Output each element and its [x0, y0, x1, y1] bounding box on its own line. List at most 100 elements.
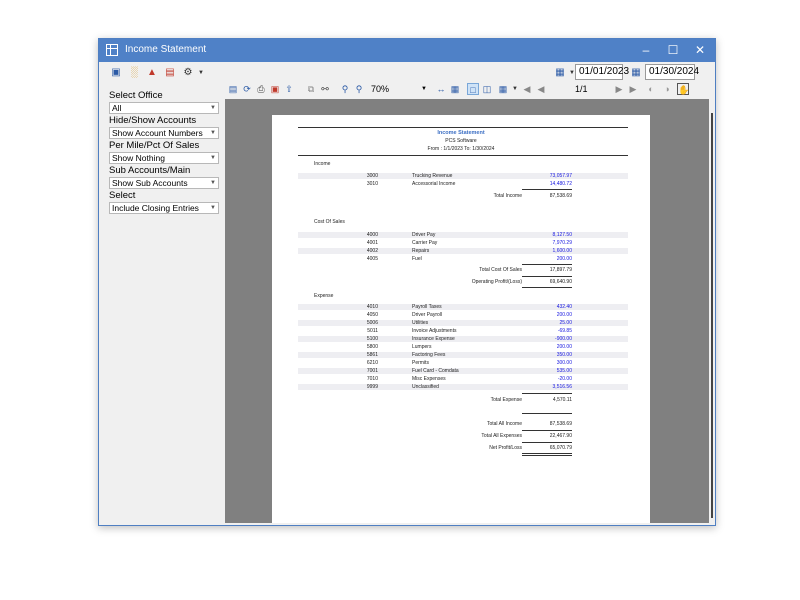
account-name: Driver Pay	[412, 232, 436, 238]
zoom-select[interactable]: 70% ▼	[371, 82, 429, 96]
income-statement-window: Income Statement – ☐ ✕ ▣ ░ ▲ ▤ ⚙ ▼ ▦ ▼ 0…	[98, 38, 716, 526]
double-rule	[522, 455, 572, 456]
row-shading	[298, 248, 628, 254]
zoom-in-icon[interactable]: ⚲	[353, 83, 365, 95]
end-date-input[interactable]: 01/30/2024	[645, 64, 699, 80]
account-name: Payroll Taxes	[412, 304, 442, 310]
subaccounts-select[interactable]: Show Sub Accounts ▼	[109, 177, 219, 189]
expense-header: Expense	[314, 293, 334, 299]
account-name: Factoring Fees	[412, 352, 446, 358]
find-icon[interactable]: ⚯	[319, 83, 331, 95]
zoom-out-icon[interactable]: ⚲	[339, 83, 351, 95]
app-grid-icon	[106, 44, 118, 56]
scrollbar-thumb[interactable]	[711, 113, 713, 518]
account-number: 5006	[366, 320, 378, 326]
start-date-input[interactable]: 01/01/2023	[575, 64, 629, 80]
report-preview-area[interactable]: Income Statement PCS Software From : 1/1…	[225, 99, 709, 523]
net-profit-label: Net Profit/Loss	[489, 445, 522, 451]
account-number: 9999	[366, 384, 378, 390]
account-number: 5800	[366, 344, 378, 350]
print-layout-icon[interactable]: ▣	[269, 83, 281, 95]
account-number: 6210	[366, 360, 378, 366]
refresh-icon[interactable]: ⟳	[241, 83, 253, 95]
gear-icon[interactable]: ⚙	[181, 66, 195, 80]
permile-label: Per Mile/Pct Of Sales	[109, 140, 200, 151]
copy-icon[interactable]: ⧉	[305, 83, 317, 95]
account-amount: 200.00	[556, 344, 572, 350]
row-shading	[298, 384, 628, 390]
account-name: Fuel Card - Comdata	[412, 368, 459, 374]
chevron-down-icon: ▼	[421, 86, 427, 92]
permile-select[interactable]: Show Nothing ▼	[109, 152, 219, 164]
report-company: PCS Software	[445, 138, 477, 144]
operating-profit-amount: 69,640.90	[549, 279, 572, 285]
account-amount: 1,600.00	[552, 248, 572, 254]
account-number: 3000	[366, 173, 378, 179]
first-page-icon[interactable]: ◀	[521, 83, 533, 95]
stack-icon[interactable]: ▤	[163, 66, 177, 80]
chevron-down-icon[interactable]: ▼	[509, 83, 521, 95]
export-icon[interactable]: ⇧	[283, 83, 295, 95]
calendar-icon[interactable]: ▦	[629, 66, 643, 80]
total-rule	[522, 442, 572, 443]
account-name: Unclassified	[412, 384, 439, 390]
close-button[interactable]: ✕	[687, 39, 713, 62]
next-page-icon[interactable]: ▶	[613, 83, 625, 95]
report-top-rule	[298, 127, 628, 128]
page-width-icon[interactable]: ↔	[435, 83, 447, 95]
layout-icon[interactable]: ▦	[497, 83, 509, 95]
maximize-button[interactable]: ☐	[660, 39, 686, 62]
accounts-select[interactable]: Show Account Numbers ▼	[109, 127, 219, 139]
account-name: Repairs	[412, 248, 430, 254]
account-name: Permits	[412, 360, 429, 366]
account-name: Trucking Revenue	[412, 173, 453, 179]
total-all-expenses-label: Total All Expenses	[481, 433, 522, 439]
total-income-label: Total Income	[493, 193, 522, 199]
report-title: Income Statement	[437, 130, 485, 136]
print-icon[interactable]: ⎙	[255, 83, 267, 95]
org-chart-icon[interactable]: ▲	[145, 66, 159, 80]
account-amount: 535.00	[556, 368, 572, 374]
minimize-button[interactable]: –	[633, 39, 659, 62]
account-amount: 300.00	[556, 360, 572, 366]
bar-chart-icon[interactable]: ░	[127, 66, 141, 80]
whole-page-icon[interactable]: ▦	[449, 83, 461, 95]
filter-panel: Select Office All ▼ Hide/Show Accounts S…	[109, 89, 221, 215]
income-header: Income	[314, 161, 331, 167]
total-rule	[522, 393, 572, 394]
previous-page-icon[interactable]: ◀	[535, 83, 547, 95]
back-icon[interactable]: ◐	[645, 83, 657, 95]
closing-entries-select[interactable]: Include Closing Entries ▼	[109, 202, 219, 214]
accounts-label: Hide/Show Accounts	[109, 115, 197, 126]
last-page-icon[interactable]: ▶	[627, 83, 639, 95]
account-amount: 25.00	[559, 320, 572, 326]
single-page-icon[interactable]: □	[467, 83, 479, 95]
total-rule	[522, 430, 572, 431]
office-select[interactable]: All ▼	[109, 102, 219, 114]
account-number: 3010	[366, 181, 378, 187]
select-label: Select	[109, 190, 136, 201]
account-amount: 8,127.50	[552, 232, 572, 238]
chevron-down-icon: ▼	[210, 155, 216, 161]
closing-entries-value: Include Closing Entries	[112, 203, 199, 213]
account-amount: -900.00	[555, 336, 572, 342]
pan-hand-icon[interactable]: ✋	[677, 83, 689, 95]
save-icon[interactable]: ▣	[109, 66, 123, 80]
account-name: Driver Payroll	[412, 312, 443, 318]
row-shading	[298, 320, 628, 326]
chevron-down-icon[interactable]: ▼	[194, 66, 208, 80]
account-number: 4005	[366, 256, 378, 262]
stop-icon[interactable]: ◑	[661, 83, 673, 95]
total-rule	[522, 276, 572, 277]
total-expense-label: Total Expense	[490, 397, 522, 403]
title-bar: Income Statement – ☐ ✕	[99, 39, 715, 62]
multi-page-icon[interactable]: ◫	[481, 83, 493, 95]
account-amount: -69.85	[557, 328, 572, 334]
subaccounts-label: Sub Accounts/Main	[109, 165, 191, 176]
preview-scrollbar[interactable]	[709, 99, 715, 523]
account-number: 4050	[366, 312, 378, 318]
accounts-value: Show Account Numbers	[112, 128, 203, 138]
total-cos-amount: 17,897.79	[549, 267, 572, 273]
account-number: 5011	[367, 328, 378, 334]
document-map-icon[interactable]: ▤	[227, 83, 239, 95]
